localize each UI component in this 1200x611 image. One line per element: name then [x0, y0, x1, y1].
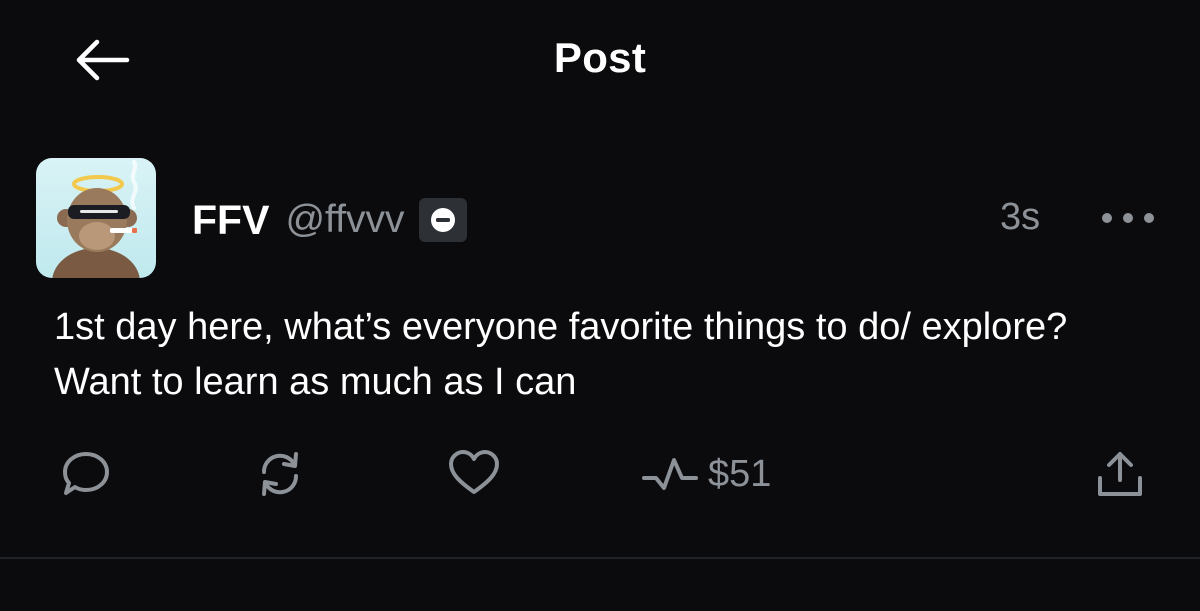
author-row: FFV @ffvvv: [192, 192, 467, 248]
tips-amount: $51: [708, 452, 772, 495]
post-actions: $51: [0, 446, 1200, 502]
reply-button[interactable]: [60, 446, 112, 502]
tips-button[interactable]: $51: [640, 446, 771, 502]
divider: [0, 557, 1200, 559]
minus-circle-icon: [430, 208, 455, 232]
repost-button[interactable]: [254, 446, 306, 502]
share-button[interactable]: [1092, 446, 1148, 502]
more-options-button[interactable]: [1096, 198, 1160, 238]
heart-icon: [449, 450, 499, 494]
user-handle[interactable]: @ffvvv: [285, 198, 404, 242]
like-button[interactable]: [446, 446, 502, 502]
user-badge: [418, 198, 467, 242]
share-upload-icon: [1098, 452, 1142, 496]
speech-bubble-icon: [63, 452, 109, 495]
avatar[interactable]: [36, 158, 156, 278]
ellipsis-icon: [1102, 213, 1154, 223]
post-text: 1st day here, what’s everyone favorite t…: [54, 306, 1068, 403]
post-timestamp: 3s: [1000, 196, 1041, 238]
top-bar: Post: [0, 0, 1200, 120]
pulse-icon: [642, 458, 698, 490]
page-title: Post: [553, 34, 647, 81]
refresh-icon: [261, 452, 299, 496]
avatar-image: [52, 160, 140, 278]
display-name[interactable]: FFV: [192, 197, 269, 244]
